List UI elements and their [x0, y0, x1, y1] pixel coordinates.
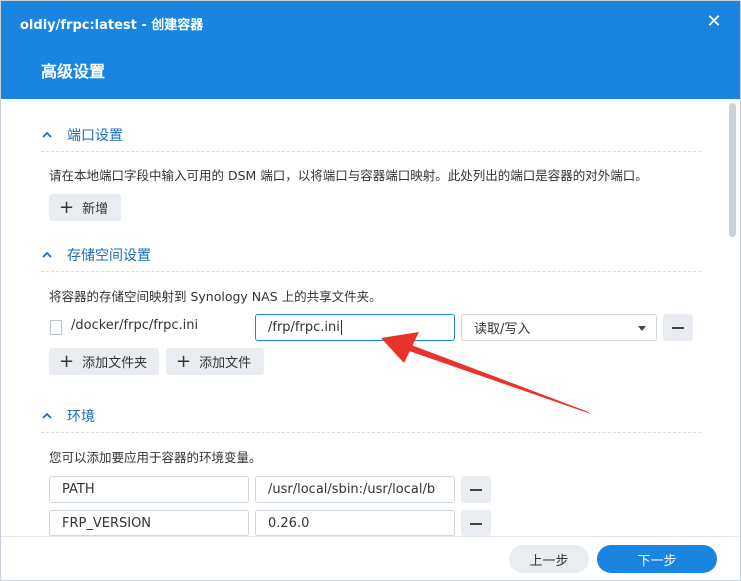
environment-description: 您可以添加要应用于容器的环境变量。: [49, 450, 262, 465]
env-name-value: FRP_VERSION: [62, 515, 152, 531]
divider: [41, 271, 701, 272]
env-value-value: /usr/local/sbin:/usr/local/b: [268, 482, 436, 497]
section-title-storage: 存储空间设置: [67, 248, 151, 264]
plus-icon: +: [176, 350, 192, 372]
chevron-up-icon: [42, 251, 52, 258]
section-title-ports: 端口设置: [67, 128, 123, 144]
create-container-dialog: oldiy/frpc:latest - 创建容器 ✕ 高级设置 端口设置 请在本…: [0, 0, 741, 581]
text-caret: [340, 320, 342, 335]
host-file-path: /docker/frpc/frpc.ini: [71, 318, 199, 333]
env-value-field[interactable]: /usr/local/sbin:/usr/local/b: [255, 476, 455, 503]
permission-select[interactable]: 读取/写入: [461, 314, 657, 341]
divider: [41, 151, 701, 152]
env-name-field[interactable]: FRP_VERSION: [49, 510, 249, 536]
env-name-value: PATH: [62, 482, 95, 497]
scrollbar-thumb[interactable]: [729, 103, 736, 237]
add-file-label: 添加文件: [199, 356, 252, 371]
file-icon: [50, 320, 62, 335]
env-value-value: 0.26.0: [268, 515, 310, 531]
plus-icon: +: [59, 196, 75, 218]
remove-env-button[interactable]: [461, 510, 491, 536]
add-folder-label: 添加文件夹: [82, 356, 148, 371]
remove-env-button[interactable]: [461, 476, 491, 503]
storage-description: 将容器的存储空间映射到 Synology NAS 上的共享文件夹。: [49, 289, 382, 304]
dialog-header: oldiy/frpc:latest - 创建容器 ✕ 高级设置: [1, 1, 740, 99]
minus-icon: [470, 489, 482, 491]
add-file-button[interactable]: + 添加文件: [166, 348, 264, 375]
add-port-button[interactable]: + 新增: [49, 194, 121, 221]
remove-storage-button[interactable]: [663, 314, 693, 341]
caret-down-icon: [638, 326, 646, 331]
window-title: oldiy/frpc:latest - 创建容器: [20, 18, 204, 33]
add-port-label: 新增: [82, 202, 109, 217]
chevron-up-icon: [42, 131, 52, 138]
page-title: 高级设置: [41, 62, 106, 81]
permission-value: 读取/写入: [474, 322, 531, 337]
next-button[interactable]: 下一步: [597, 545, 717, 573]
chevron-up-icon: [42, 412, 52, 419]
env-value-field[interactable]: 0.26.0: [255, 510, 455, 536]
section-title-environment: 环境: [67, 409, 95, 425]
previous-button[interactable]: 上一步: [509, 545, 589, 573]
plus-icon: +: [59, 350, 75, 372]
minus-icon: [672, 327, 684, 329]
mount-path-value: /frp/frpc.ini: [268, 320, 340, 335]
close-icon[interactable]: ✕: [704, 12, 724, 32]
ports-description: 请在本地端口字段中输入可用的 DSM 端口，以将端口与容器端口映射。此处列出的端…: [49, 168, 648, 183]
add-folder-button[interactable]: + 添加文件夹: [49, 348, 159, 375]
mount-path-input[interactable]: /frp/frpc.ini: [255, 314, 455, 341]
section-header-environment[interactable]: 环境: [41, 404, 95, 428]
divider: [41, 432, 701, 433]
section-header-storage[interactable]: 存储空间设置: [41, 243, 151, 267]
minus-icon: [470, 523, 482, 525]
section-header-ports[interactable]: 端口设置: [41, 123, 123, 147]
env-name-field[interactable]: PATH: [49, 476, 249, 503]
